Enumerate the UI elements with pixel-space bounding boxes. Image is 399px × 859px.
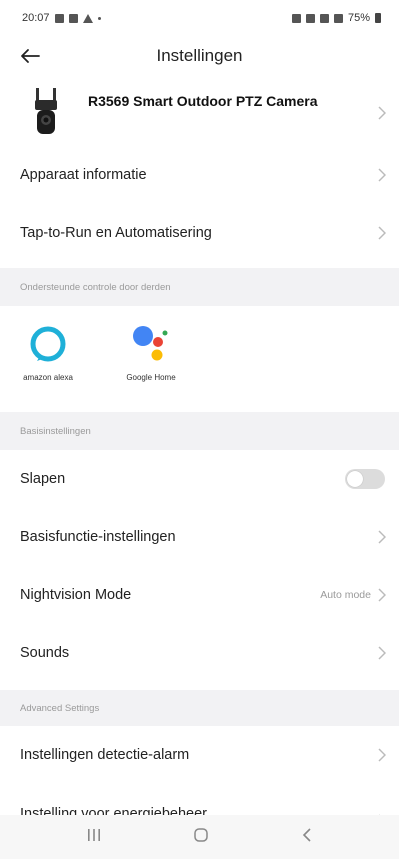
clock: 20:07 [22,12,50,24]
google-home-label: Google Home [126,373,176,382]
row-label: Nightvision Mode [20,587,132,603]
nightvision-value: Auto mode [320,589,371,601]
chevron-right-icon [378,530,387,544]
row-nightvision-mode[interactable]: Nightvision Mode Auto mode [0,566,399,624]
section-title: Advanced Settings [20,702,100,714]
more-notifications-icon [97,16,101,20]
row-tap-to-run[interactable]: Tap-to-Run en Automatisering [0,204,399,262]
chevron-right-icon [378,168,387,182]
back-arrow-icon[interactable] [20,44,46,68]
google-assistant-logo-icon [131,324,171,367]
chevron-right-icon [378,106,387,120]
row-label: Tap-to-Run en Automatisering [20,225,212,241]
row-basisfunctie-instellingen[interactable]: Basisfunctie-instellingen [0,508,399,566]
battery-percentage: 75% [347,12,370,24]
chevron-right-icon [378,748,387,762]
row-label: Slapen [20,471,66,487]
device-name: R3569 Smart Outdoor PTZ Camera [88,93,318,109]
mute-icon [305,13,315,23]
alexa-integration[interactable]: amazon alexa [22,326,74,382]
battery-icon [375,13,381,23]
section-header-advanced: Advanced Settings [0,690,399,726]
alexa-logo-icon [30,326,66,367]
back-nav-icon[interactable] [301,827,313,848]
notification-icon [54,13,64,23]
recent-apps-icon[interactable] [86,828,102,847]
chevron-right-icon [378,226,387,240]
camera-icon [30,86,62,138]
app-header: Instellingen [0,36,399,76]
row-label: Apparaat informatie [20,167,147,183]
gallery-icon [68,13,78,23]
row-sounds[interactable]: Sounds [0,624,399,682]
alexa-label: amazon alexa [23,373,73,382]
section-header-basic: Basisinstellingen [0,412,399,450]
google-home-integration[interactable]: Google Home [116,324,186,382]
home-icon[interactable] [193,827,209,848]
wifi-icon [319,13,329,23]
page-title: Instellingen [156,46,243,65]
warning-icon [82,13,93,23]
chevron-right-icon [378,588,387,602]
alarm-icon [291,13,301,23]
sleep-toggle[interactable] [345,469,385,489]
row-apparaat-informatie[interactable]: Apparaat informatie [0,146,399,204]
third-party-integrations: amazon alexa Google Home [0,306,399,406]
toggle-knob [347,471,363,487]
row-label: Basisfunctie-instellingen [20,529,176,545]
row-label: Instellingen detectie-alarm [20,747,190,763]
system-navigation-bar [0,815,399,859]
section-title: Ondersteunde controle door derden [20,281,171,293]
chevron-right-icon [378,646,387,660]
section-header-third-party: Ondersteunde controle door derden [0,268,399,306]
row-slapen: Slapen [0,450,399,508]
device-row[interactable]: R3569 Smart Outdoor PTZ Camera [0,80,399,146]
row-instellingen-detectie-alarm[interactable]: Instellingen detectie-alarm [0,726,399,784]
row-label: Sounds [20,645,70,661]
signal-icon [333,13,343,23]
status-bar: 20:07 75% [0,0,399,36]
section-title: Basisinstellingen [20,425,91,437]
